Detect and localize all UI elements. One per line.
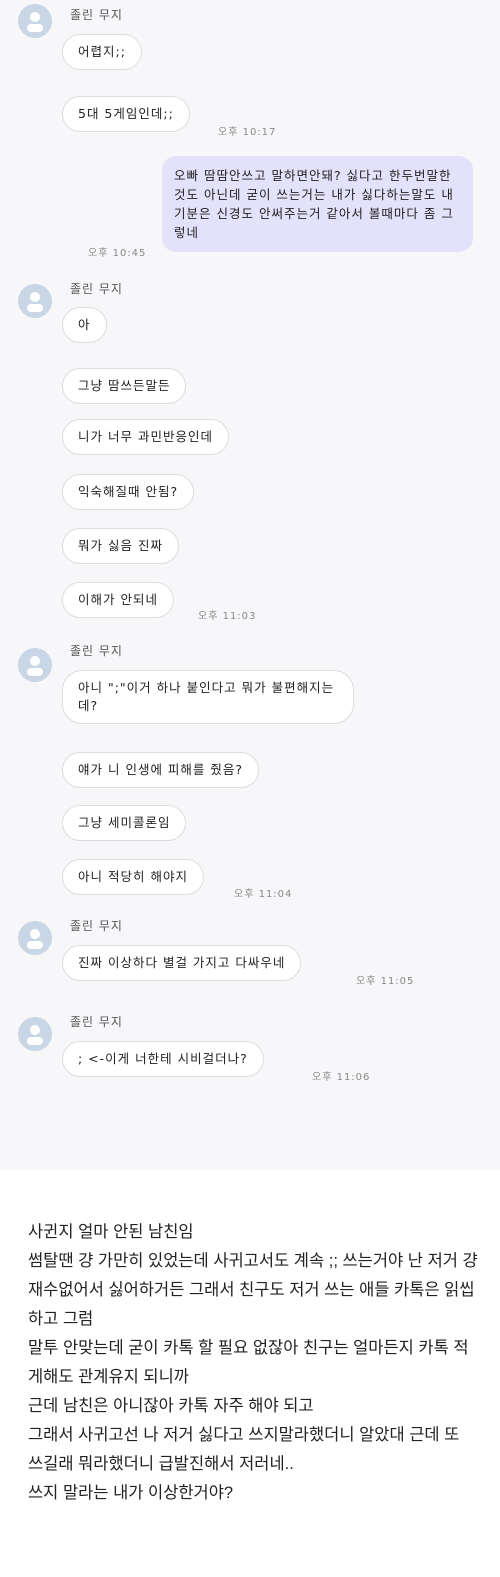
message-time: 오후 11:06: [312, 1072, 371, 1083]
message-time: 오후 11:03: [198, 611, 257, 622]
message-bubble[interactable]: 어렵지;;: [62, 34, 142, 70]
message-bubble[interactable]: 5대 5게임인데;;: [62, 96, 190, 132]
sender-name: 졸린 무지: [70, 1015, 123, 1029]
message-bubble[interactable]: 아니 ";"이거 하나 붙인다고 뭐가 불편해지는데?: [62, 670, 354, 724]
default-profile-icon: [18, 4, 52, 38]
sender-name: 졸린 무지: [70, 919, 123, 933]
my-message-bubble[interactable]: 오빠 땀땀안쓰고 말하면안돼? 싫다고 한두번말한것도 아닌데 굳이 쓰는거는 …: [162, 156, 473, 252]
message-bubble[interactable]: 아: [62, 307, 107, 343]
sender-name: 졸린 무지: [70, 8, 123, 22]
default-profile-icon: [18, 648, 52, 682]
default-profile-icon: [18, 921, 52, 955]
profile-avatar[interactable]: [18, 284, 52, 318]
message-time: 오후 11:04: [234, 889, 293, 900]
message-time: 오후 11:05: [356, 976, 415, 987]
message-time: 오후 10:17: [218, 127, 277, 138]
message-bubble[interactable]: 그냥 땀쓰든말든: [62, 368, 187, 404]
message-bubble[interactable]: 그냥 세미콜론임: [62, 805, 187, 841]
profile-avatar[interactable]: [18, 648, 52, 682]
default-profile-icon: [18, 284, 52, 318]
sender-name: 졸린 무지: [70, 644, 123, 658]
message-bubble[interactable]: 뭐가 싫음 진짜: [62, 528, 179, 564]
sender-name: 졸린 무지: [70, 282, 123, 296]
message-bubble[interactable]: 이해가 안되네: [62, 582, 174, 618]
message-bubble[interactable]: 니가 너무 과민반응인데: [62, 419, 229, 455]
message-bubble[interactable]: 익숙해질때 안됨?: [62, 474, 195, 510]
profile-avatar[interactable]: [18, 4, 52, 38]
post-body-text: 사귄지 얼마 안된 남친임 썸탈땐 걍 가만히 있었는데 사귀고서도 계속 ;;…: [28, 1223, 478, 1502]
message-bubble[interactable]: ; <-이게 너한테 시비걸더나?: [62, 1041, 264, 1077]
message-time: 오후 10:45: [88, 248, 147, 259]
chat-screenshot: 졸린 무지 어렵지;; 5대 5게임인데;; 오후 10:17 오후 10:45…: [0, 0, 500, 1170]
message-bubble[interactable]: 얘가 니 인생에 피해를 줬음?: [62, 752, 260, 788]
message-bubble[interactable]: 진짜 이상하다 별걸 가지고 다싸우네: [62, 945, 302, 981]
message-bubble[interactable]: 아니 적당히 해야지: [62, 859, 204, 895]
profile-avatar[interactable]: [18, 921, 52, 955]
default-profile-icon: [18, 1017, 52, 1051]
profile-avatar[interactable]: [18, 1017, 52, 1051]
